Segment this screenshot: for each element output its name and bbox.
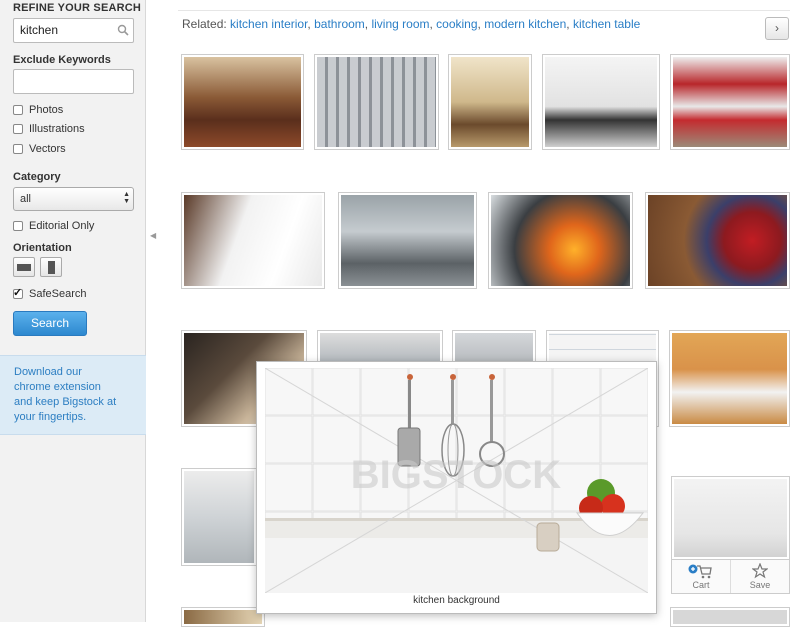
related-link[interactable]: bathroom xyxy=(314,17,365,31)
exclude-keywords-label: Exclude Keywords xyxy=(13,54,111,66)
image-thumbnail[interactable] xyxy=(448,54,532,150)
type-illustrations-label: Illustrations xyxy=(29,123,85,135)
search-icon[interactable] xyxy=(117,24,129,36)
thumbnail-image xyxy=(545,57,657,147)
watermark: BIGSTOCK xyxy=(351,453,562,497)
related-searches: Related: kitchen interior, bathroom, liv… xyxy=(182,17,641,31)
checkbox-box[interactable] xyxy=(13,221,23,231)
image-thumbnail[interactable] xyxy=(645,192,790,289)
chrome-extension-promo[interactable]: Download our chrome extension and keep B… xyxy=(0,355,146,435)
save-to-lightbox-button[interactable]: Save xyxy=(730,560,789,593)
thumbnail-image xyxy=(674,479,787,557)
image-thumbnail[interactable] xyxy=(181,54,304,150)
checkbox-box[interactable] xyxy=(13,144,23,154)
promo-line: your fingertips. xyxy=(14,411,87,423)
exclude-keywords-input[interactable] xyxy=(13,69,134,94)
cart-label: Cart xyxy=(692,580,710,590)
thumbnail-image xyxy=(184,471,254,563)
thumbnail-image xyxy=(451,57,529,147)
related-link[interactable]: modern kitchen xyxy=(484,17,566,31)
image-thumbnail[interactable] xyxy=(669,330,790,427)
promo-line: chrome extension xyxy=(14,381,101,393)
checkbox-box[interactable] xyxy=(13,105,23,115)
editorial-only-label: Editorial Only xyxy=(29,220,95,232)
type-vectors-label: Vectors xyxy=(29,143,66,155)
select-arrows-icon: ▲ ▼ xyxy=(123,191,130,205)
divider xyxy=(178,10,790,11)
horizontal-orientation-button[interactable] xyxy=(13,257,35,277)
save-label: Save xyxy=(749,580,771,590)
type-photos-label: Photos xyxy=(29,104,64,116)
refine-sidebar: REFINE YOUR SEARCH kitchen Exclude Keywo… xyxy=(0,0,146,622)
vertical-orientation-button[interactable] xyxy=(40,257,62,277)
thumbnail-image xyxy=(673,57,787,147)
thumbnail-image xyxy=(341,195,474,286)
sidebar-title: REFINE YOUR SEARCH xyxy=(13,2,142,14)
category-selected-value: all xyxy=(20,193,32,205)
add-to-cart-button[interactable]: Cart xyxy=(672,560,730,593)
cart-icon xyxy=(688,564,712,579)
promo-line: Download our xyxy=(14,366,82,378)
image-thumbnail[interactable] xyxy=(314,54,439,150)
promo-line: and keep Bigstock at xyxy=(14,396,117,408)
related-next-button[interactable]: › xyxy=(765,17,789,40)
type-illustrations-checkbox[interactable]: Illustrations xyxy=(13,123,85,135)
horizontal-orientation-icon xyxy=(17,264,31,271)
related-link[interactable]: living room xyxy=(371,17,429,31)
checkbox-box-checked[interactable] xyxy=(13,286,23,299)
keyword-search-value: kitchen xyxy=(20,23,59,37)
image-thumbnail[interactable] xyxy=(542,54,660,150)
category-select[interactable]: all ▲ ▼ xyxy=(13,187,134,211)
image-preview-popup[interactable]: BIGSTOCK kitchen background xyxy=(256,361,657,614)
related-link[interactable]: cooking xyxy=(436,17,477,31)
related-link[interactable]: kitchen interior xyxy=(230,17,307,31)
star-icon xyxy=(752,563,768,579)
editorial-only-checkbox[interactable]: Editorial Only xyxy=(13,220,94,232)
safesearch-label: SafeSearch xyxy=(29,288,87,300)
category-label: Category xyxy=(13,171,61,183)
thumbnail-image xyxy=(317,57,436,147)
thumbnail-image xyxy=(648,195,787,286)
type-photos-checkbox[interactable]: Photos xyxy=(13,104,63,116)
thumbnail-image xyxy=(184,57,301,147)
orientation-label: Orientation xyxy=(13,242,72,254)
collapse-sidebar-icon[interactable]: ◀ xyxy=(150,231,156,240)
safesearch-checkbox[interactable]: SafeSearch xyxy=(13,286,87,300)
type-vectors-checkbox[interactable]: Vectors xyxy=(13,143,66,155)
preview-image: BIGSTOCK xyxy=(265,368,648,593)
image-thumbnail[interactable] xyxy=(338,192,477,289)
image-thumbnail[interactable] xyxy=(670,607,790,627)
keyword-search-input[interactable]: kitchen xyxy=(13,18,134,43)
related-link[interactable]: kitchen table xyxy=(573,17,640,31)
chevron-right-icon: › xyxy=(775,21,779,35)
image-thumbnail[interactable] xyxy=(181,607,265,627)
vertical-orientation-icon xyxy=(48,261,55,274)
image-thumbnail[interactable] xyxy=(181,468,257,566)
thumbnail-image xyxy=(184,195,322,286)
preview-caption: kitchen background xyxy=(413,595,500,606)
image-thumbnail[interactable] xyxy=(181,192,325,289)
thumbnail-image xyxy=(672,333,787,424)
thumbnail-image xyxy=(491,195,630,286)
search-button[interactable]: Search xyxy=(13,311,87,336)
related-label: Related: xyxy=(182,17,227,31)
image-thumbnail[interactable] xyxy=(671,476,790,560)
image-thumbnail[interactable] xyxy=(488,192,633,289)
image-thumbnail[interactable] xyxy=(670,54,790,150)
thumbnail-actions: Cart Save xyxy=(671,560,790,594)
checkbox-box[interactable] xyxy=(13,124,23,134)
